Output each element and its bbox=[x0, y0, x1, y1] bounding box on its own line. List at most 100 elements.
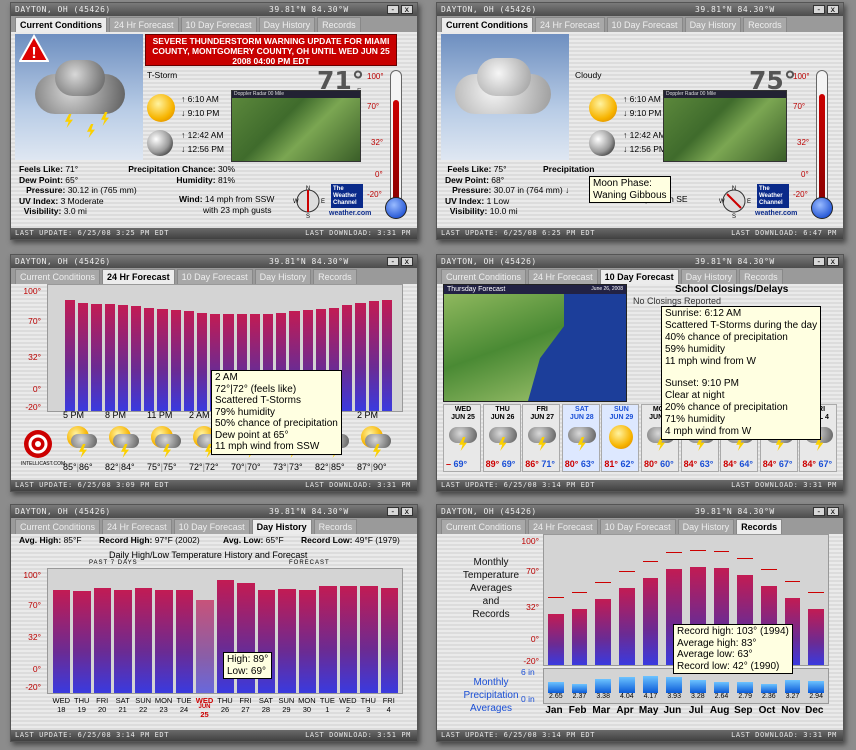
hour-label: 5 PM bbox=[63, 410, 85, 420]
tab-24hr-forecast[interactable]: 24 Hr Forecast bbox=[102, 519, 172, 534]
record-low-value: 49°F (1979) bbox=[354, 535, 400, 545]
day-temps: 84° 64° bbox=[723, 459, 753, 469]
moon-icon[interactable] bbox=[147, 130, 173, 156]
close-button[interactable]: x bbox=[827, 5, 839, 14]
title-bar[interactable]: DAYTON, OH (45426) 39.81°N 84.30°W - x bbox=[11, 3, 417, 16]
hourly-bar bbox=[368, 301, 379, 411]
weather-channel-logo[interactable]: The Weather Channel weather.com bbox=[329, 184, 371, 217]
doppler-radar-map[interactable]: Doppler Radar 00 Mile bbox=[663, 90, 787, 162]
title-bar[interactable]: DAYTON, OH (45426) 39.81°N 84.30°W - x bbox=[437, 3, 843, 16]
tab-24hr-forecast[interactable]: 24 Hr Forecast bbox=[528, 269, 598, 284]
tab-current-conditions[interactable]: Current Conditions bbox=[441, 17, 533, 32]
tab-day-history[interactable]: Day History bbox=[677, 519, 735, 534]
tab-day-history[interactable]: Day History bbox=[680, 269, 738, 284]
thermometer bbox=[816, 70, 828, 218]
tab-24hr-forecast[interactable]: 24 Hr Forecast bbox=[535, 17, 605, 32]
alert-banner[interactable]: SEVERE THUNDERSTORM WARNING UPDATE FOR M… bbox=[145, 34, 397, 66]
tab-bar: Current Conditions 24 Hr Forecast 10 Day… bbox=[11, 268, 417, 284]
tab-24hr-forecast[interactable]: 24 Hr Forecast bbox=[109, 17, 179, 32]
record-high-mark bbox=[571, 592, 588, 594]
svg-text:!: ! bbox=[31, 45, 36, 62]
hourly-bar bbox=[144, 307, 155, 411]
record-bar bbox=[808, 609, 824, 665]
tab-day-history[interactable]: Day History bbox=[251, 519, 312, 534]
tab-current-conditions[interactable]: Current Conditions bbox=[15, 269, 101, 284]
minimize-button[interactable]: - bbox=[387, 507, 399, 516]
close-button[interactable]: x bbox=[827, 257, 839, 266]
minimize-button[interactable]: - bbox=[813, 507, 825, 516]
history-bar bbox=[155, 589, 173, 693]
title-bar[interactable]: DAYTON, OH (45426) 39.81°N 84.30°W - x bbox=[437, 505, 843, 518]
tab-10day-forecast[interactable]: 10 Day Forecast bbox=[606, 17, 683, 32]
hourly-bar bbox=[65, 300, 76, 411]
tab-10day-forecast[interactable]: 10 Day Forecast bbox=[176, 269, 253, 284]
precip-value: 3.27 bbox=[785, 693, 800, 700]
scale-70: 70° bbox=[793, 102, 806, 111]
minimize-button[interactable]: - bbox=[387, 5, 399, 14]
status-bar: LAST UPDATE: 6/25/08 3:14 PM EDT LAST DOW… bbox=[437, 730, 843, 741]
details-right: Precipitation Chance: 30% Humidity: 81% bbox=[128, 164, 235, 185]
scale-100: 100° bbox=[793, 72, 810, 81]
sunrise-time: ↑ 6:10 AM bbox=[181, 94, 219, 104]
tab-day-history[interactable]: Day History bbox=[258, 17, 316, 32]
logo-line-1: The bbox=[333, 186, 344, 192]
tab-current-conditions[interactable]: Current Conditions bbox=[15, 17, 107, 32]
minimize-button[interactable]: - bbox=[813, 257, 825, 266]
warning-icon[interactable]: ! bbox=[19, 34, 49, 62]
tab-current-conditions[interactable]: Current Conditions bbox=[15, 519, 101, 534]
close-button[interactable]: x bbox=[827, 507, 839, 516]
close-button[interactable]: x bbox=[401, 5, 413, 14]
day-temps: – 69° bbox=[446, 459, 467, 469]
forecast-temps: 72°|72° bbox=[189, 462, 219, 472]
moonrise-time: ↑ 12:42 AM bbox=[623, 130, 666, 140]
uv-index-value: 3 Moderate bbox=[60, 195, 104, 206]
tab-24hr-forecast[interactable]: 24 Hr Forecast bbox=[528, 519, 598, 534]
close-button[interactable]: x bbox=[401, 507, 413, 516]
title-bar[interactable]: DAYTON, OH (45426) 39.81°N 84.30°W - x bbox=[11, 505, 417, 518]
forecast-feels: 90° bbox=[372, 462, 387, 472]
tab-current-conditions[interactable]: Current Conditions bbox=[441, 519, 527, 534]
tab-10day-forecast[interactable]: 10 Day Forecast bbox=[599, 269, 679, 284]
intellicast-logo-icon[interactable] bbox=[21, 428, 55, 464]
tab-records[interactable]: Records bbox=[313, 269, 357, 284]
tab-records[interactable]: Records bbox=[743, 17, 787, 32]
forecast-map[interactable]: Thursday Forecast June 26, 2008 bbox=[443, 284, 627, 402]
title-bar[interactable]: DAYTON, OH (45426) 39.81°N 84.30°W - x bbox=[11, 255, 417, 268]
last-update: LAST UPDATE: 6/25/08 3:14 PM EDT bbox=[441, 731, 596, 739]
tooltip-line: 4 mph wind from W bbox=[665, 426, 752, 437]
tab-day-history[interactable]: Day History bbox=[254, 269, 312, 284]
history-day-name: THU bbox=[73, 696, 90, 705]
moonrise-value: 12:42 AM bbox=[629, 130, 666, 140]
tab-records[interactable]: Records bbox=[739, 269, 783, 284]
tab-24hr-forecast[interactable]: 24 Hr Forecast bbox=[102, 269, 175, 284]
tab-day-history[interactable]: Day History bbox=[684, 17, 742, 32]
precip-value: 4.17 bbox=[643, 693, 658, 700]
tab-records[interactable]: Records bbox=[736, 519, 783, 534]
history-day-num: 26 bbox=[220, 705, 230, 714]
tab-10day-forecast[interactable]: 10 Day Forecast bbox=[599, 519, 676, 534]
history-day-name: SAT bbox=[115, 696, 130, 705]
tooltip-line bbox=[665, 368, 817, 378]
tab-records[interactable]: Records bbox=[313, 519, 358, 534]
forecast-high: 85° bbox=[63, 462, 77, 472]
history-day: FRI 20 bbox=[92, 696, 112, 714]
close-button[interactable]: x bbox=[401, 257, 413, 266]
coords-label: 39.81°N 84.30°W bbox=[269, 507, 349, 516]
precip-bar bbox=[571, 683, 588, 693]
tab-current-conditions[interactable]: Current Conditions bbox=[441, 269, 527, 284]
tab-10day-forecast[interactable]: 10 Day Forecast bbox=[180, 17, 257, 32]
day-low: 71° bbox=[541, 459, 555, 469]
day-low: 63° bbox=[580, 459, 595, 469]
tab-10day-forecast[interactable]: 10 Day Forecast bbox=[173, 519, 250, 534]
weather-image bbox=[441, 34, 569, 160]
tab-records[interactable]: Records bbox=[317, 17, 361, 32]
title-bar[interactable]: DAYTON, OH (45426) 39.81°N 84.30°W - x bbox=[437, 255, 843, 268]
chart-title: Daily High/Low Temperature History and F… bbox=[109, 550, 308, 560]
label-line: Monthly bbox=[473, 677, 509, 688]
weather-channel-logo[interactable]: The Weather Channel weather.com bbox=[755, 184, 797, 217]
moon-icon[interactable] bbox=[589, 130, 615, 156]
minimize-button[interactable]: - bbox=[813, 5, 825, 14]
forecast-label: FORECAST bbox=[289, 560, 330, 566]
minimize-button[interactable]: - bbox=[387, 257, 399, 266]
doppler-radar-map[interactable]: Doppler Radar 00 Mile bbox=[231, 90, 361, 162]
